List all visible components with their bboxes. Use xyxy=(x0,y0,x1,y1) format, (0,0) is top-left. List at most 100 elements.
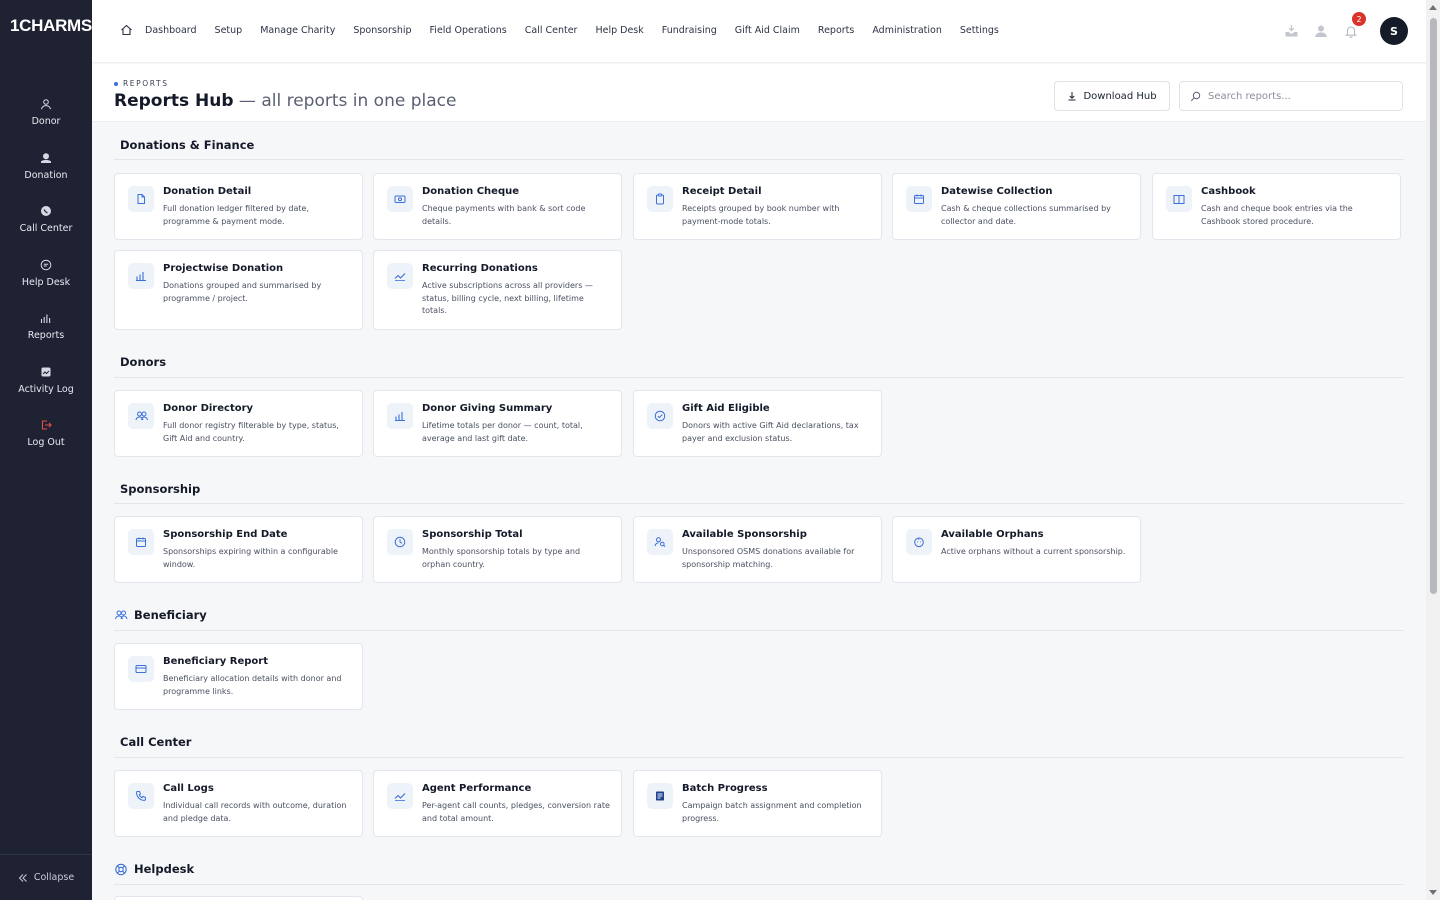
card-title: Available Sponsorship xyxy=(682,529,807,540)
eyebrow-dot xyxy=(114,81,118,86)
report-card-available-sponsorship[interactable]: Available Sponsorship Unsponsored OSMS d… xyxy=(633,516,882,583)
chevrons-left-icon xyxy=(18,873,27,882)
trend-icon xyxy=(394,793,406,801)
scroll-down-arrow[interactable] xyxy=(1429,890,1437,895)
topnav-fundraising[interactable]: Fundraising xyxy=(662,25,717,36)
section-title-sponsorship: Sponsorship xyxy=(120,482,200,496)
topnav-sponsorship[interactable]: Sponsorship xyxy=(353,25,411,36)
topnav-administration[interactable]: Administration xyxy=(872,25,942,36)
report-card-projectwise-donation[interactable]: Projectwise Donation Donations grouped a… xyxy=(114,250,363,330)
card-description: Active orphans without a current sponsor… xyxy=(941,547,1126,556)
card-icon xyxy=(135,665,147,673)
card-title: Projectwise Donation xyxy=(163,263,284,274)
page-eyebrow: REPORTS xyxy=(114,79,169,88)
clock-icon xyxy=(394,536,406,548)
report-card-gift-aid-eligible[interactable]: Gift Aid Eligible Donors with active Gif… xyxy=(633,390,882,457)
report-card-call-logs[interactable]: Call Logs Individual call records with o… xyxy=(114,770,363,837)
sidebar-item-donor[interactable]: Donor xyxy=(0,98,92,146)
sidebar-item-help-desk[interactable]: Help Desk xyxy=(0,259,92,307)
topnav-field-operations[interactable]: Field Operations xyxy=(430,25,507,36)
card-icon-box xyxy=(647,403,673,429)
report-card-sponsorship-end-date[interactable]: Sponsorship End Date Sponsorships expiri… xyxy=(114,516,363,583)
sidebar-item-donation[interactable]: Donation xyxy=(0,152,92,200)
report-card-datewise-collection[interactable]: Datewise Collection Cash & cheque collec… xyxy=(892,173,1141,240)
scrollbar-thumb[interactable] xyxy=(1430,18,1437,594)
sidebar-item-activity-log[interactable]: Activity Log xyxy=(0,366,92,414)
card-description: Full donor registry filterable by type, … xyxy=(163,421,339,443)
card-title: Donation Cheque xyxy=(422,186,520,197)
top-actions: 2 S xyxy=(1282,12,1408,45)
home-button[interactable] xyxy=(120,24,133,36)
topnav-help-desk[interactable]: Help Desk xyxy=(595,25,643,36)
report-card-donation-detail[interactable]: Donation Detail Full donation ledger fil… xyxy=(114,173,363,240)
sidebar-item-label: Call Center xyxy=(19,223,73,234)
search-input[interactable] xyxy=(1208,90,1388,102)
user-icon xyxy=(1315,25,1327,37)
card-description: Active subscriptions across all provider… xyxy=(422,281,593,315)
book-icon xyxy=(1173,195,1185,204)
report-card-recurring-donations[interactable]: Recurring Donations Active subscriptions… xyxy=(373,250,622,330)
notifications-button[interactable]: 2 xyxy=(1342,12,1366,40)
topnav-settings[interactable]: Settings xyxy=(960,25,999,36)
search-icon xyxy=(1190,91,1201,101)
card-icon-box xyxy=(387,783,413,809)
notification-badge: 2 xyxy=(1352,12,1366,26)
inbox-button[interactable] xyxy=(1282,22,1300,40)
topnav-dashboard[interactable]: Dashboard xyxy=(145,25,197,36)
card-icon-box xyxy=(906,529,932,555)
report-card-receipt-detail[interactable]: Receipt Detail Receipts grouped by book … xyxy=(633,173,882,240)
sidebar-item-reports[interactable]: Reports xyxy=(0,312,92,360)
list-icon xyxy=(656,791,664,801)
download-hub-button[interactable]: Download Hub xyxy=(1054,81,1170,111)
topnav-setup[interactable]: Setup xyxy=(215,25,243,36)
card-title: Agent Performance xyxy=(422,783,532,794)
card-title: Available Orphans xyxy=(941,529,1044,540)
sidebar-collapse-button[interactable]: Collapse xyxy=(0,854,92,900)
bar-chart-icon xyxy=(136,272,146,282)
card-title: Donation Detail xyxy=(163,186,252,197)
card-title: Beneficiary Report xyxy=(163,656,268,667)
section-title-text: Sponsorship xyxy=(120,482,201,496)
page-scrollbar[interactable] xyxy=(1426,0,1440,900)
section-title-call-center: Call Center xyxy=(120,735,191,749)
report-card-donor-giving-summary[interactable]: Donor Giving Summary Lifetime totals per… xyxy=(373,390,622,457)
page-header: REPORTS Reports Hub — all reports in one… xyxy=(92,64,1426,122)
report-card-donation-cheque[interactable]: Donation Cheque Cheque payments with ban… xyxy=(373,173,622,240)
log-icon xyxy=(41,367,51,377)
logout-icon xyxy=(41,420,52,430)
report-card-beneficiary-report[interactable]: Beneficiary Report Beneficiary allocatio… xyxy=(114,643,363,710)
card-title: Donor Giving Summary xyxy=(422,403,553,414)
report-card-agent-performance[interactable]: Agent Performance Per-agent call counts,… xyxy=(373,770,622,837)
topnav-call-center[interactable]: Call Center xyxy=(525,25,578,36)
report-card-batch-progress[interactable]: Batch Progress Campaign batch assignment… xyxy=(633,770,882,837)
card-description: Individual call records with outcome, du… xyxy=(163,801,347,823)
section-title-donors: Donors xyxy=(120,355,166,369)
topnav-reports[interactable]: Reports xyxy=(818,25,854,36)
report-card-donor-directory[interactable]: Donor Directory Full donor registry filt… xyxy=(114,390,363,457)
donation-icon xyxy=(41,153,51,163)
topnav-gift-aid-claim[interactable]: Gift Aid Claim xyxy=(735,25,800,36)
inbox-download-icon xyxy=(1285,25,1297,37)
card-description: Monthly sponsorship totals by type and o… xyxy=(422,547,581,569)
app-logo[interactable]: 1CHARMS xyxy=(10,16,92,36)
section-title-donations-finance: Donations & Finance xyxy=(120,138,254,152)
card-icon-box xyxy=(1166,186,1192,212)
person-icon xyxy=(41,99,51,110)
topnav-manage-charity[interactable]: Manage Charity xyxy=(260,25,335,36)
report-card-available-orphans[interactable]: Available Orphans Active orphans without… xyxy=(892,516,1141,583)
card-icon-box xyxy=(647,186,673,212)
profile-button[interactable] xyxy=(1312,22,1330,40)
sidebar-item-log-out[interactable]: Log Out xyxy=(0,419,92,467)
report-card-partial[interactable] xyxy=(114,896,363,900)
sidebar-item-call-center[interactable]: Call Center xyxy=(0,205,92,253)
section-divider xyxy=(114,503,1404,504)
sidebar-item-label: Log Out xyxy=(27,437,65,448)
card-description: Cheque payments with bank & sort code de… xyxy=(422,204,586,226)
report-card-sponsorship-total[interactable]: Sponsorship Total Monthly sponsorship to… xyxy=(373,516,622,583)
scroll-up-arrow[interactable] xyxy=(1429,5,1437,10)
phone-icon xyxy=(41,206,51,216)
top-bar: Dashboard Setup Manage Charity Sponsorsh… xyxy=(92,0,1426,63)
report-card-cashbook[interactable]: Cashbook Cash and cheque book entries vi… xyxy=(1152,173,1401,240)
avatar[interactable]: S xyxy=(1380,17,1408,45)
section-divider xyxy=(114,884,1404,885)
